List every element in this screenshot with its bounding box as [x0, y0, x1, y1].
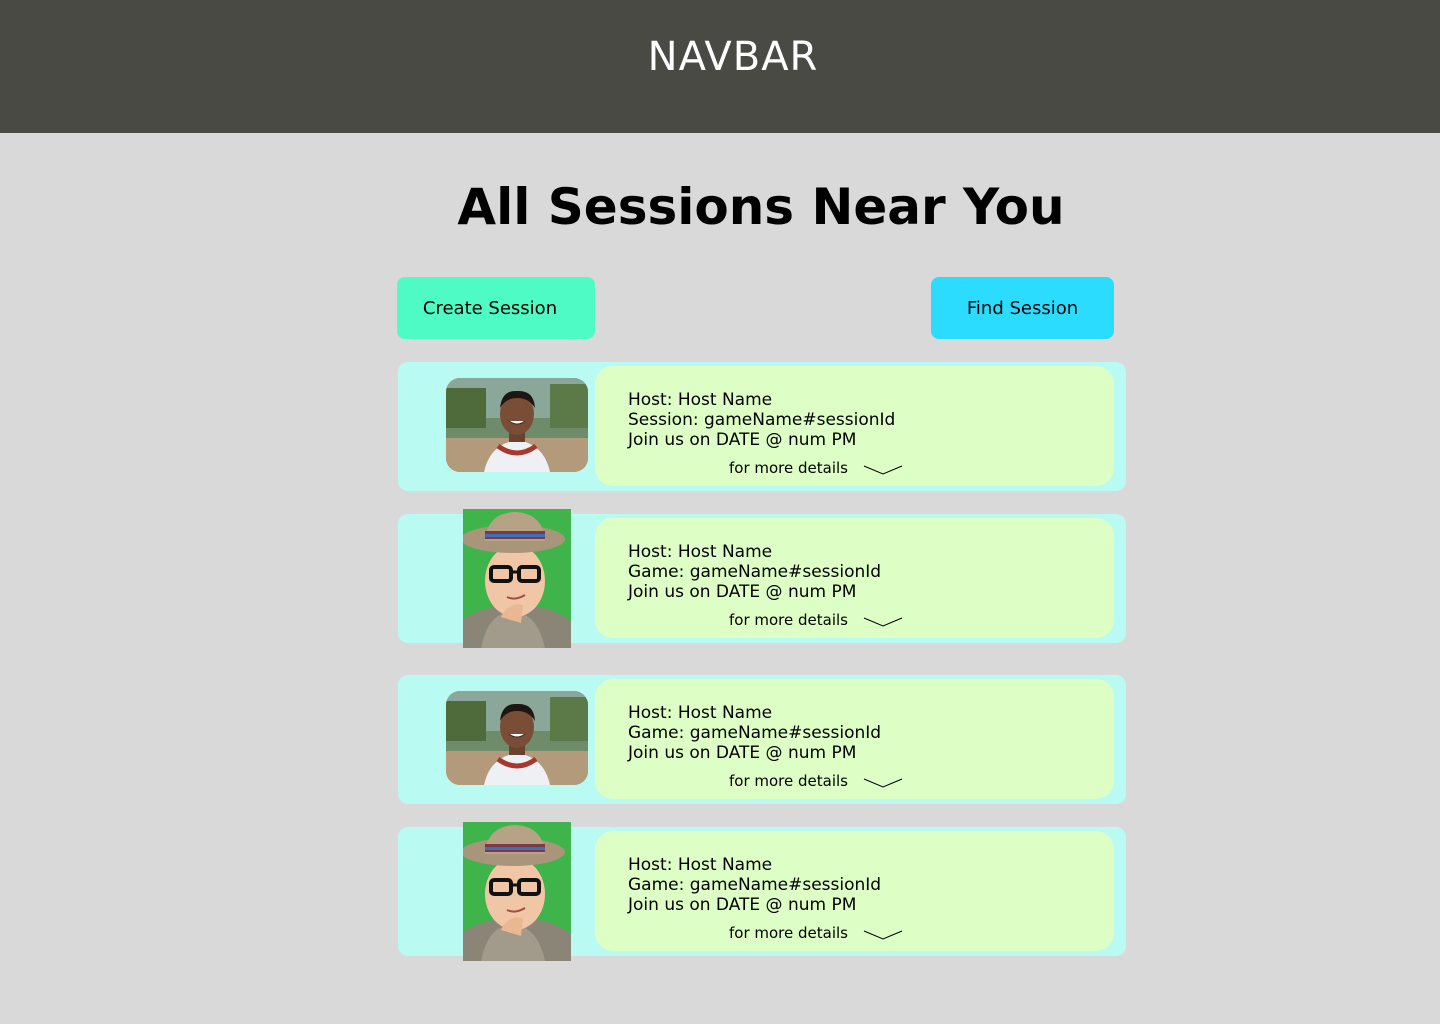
session-game: Session: gameName#sessionId — [628, 410, 896, 430]
session-host: Host: Host Name — [628, 542, 773, 562]
create-session-button[interactable]: Create Session — [397, 277, 595, 339]
session-card[interactable]: Host: Host Name Game: gameName#sessionId… — [398, 509, 1126, 648]
more-details-link[interactable]: for more details — [729, 924, 848, 942]
session-date: Join us on DATE @ num PM — [628, 582, 857, 602]
session-card[interactable]: Host: Host Name Game: gameName#sessionId… — [398, 675, 1126, 804]
chevron-down-icon[interactable] — [863, 929, 903, 941]
navbar: NAVBAR — [0, 0, 1440, 133]
session-date: Join us on DATE @ num PM — [628, 743, 857, 763]
session-date: Join us on DATE @ num PM — [628, 895, 857, 915]
find-session-button[interactable]: Find Session — [931, 277, 1114, 339]
chevron-down-icon[interactable] — [863, 777, 903, 789]
session-details-panel: Host: Host Name Game: gameName#sessionId… — [595, 831, 1114, 951]
session-details-panel: Host: Host Name Game: gameName#sessionId… — [595, 679, 1114, 799]
chevron-down-icon[interactable] — [863, 616, 903, 628]
session-card[interactable]: Host: Host Name Game: gameName#sessionId… — [398, 822, 1126, 961]
session-date: Join us on DATE @ num PM — [628, 430, 857, 450]
host-avatar — [446, 691, 588, 785]
session-host: Host: Host Name — [628, 390, 773, 410]
session-game: Game: gameName#sessionId — [628, 562, 882, 582]
session-game: Game: gameName#sessionId — [628, 875, 882, 895]
session-details-panel: Host: Host Name Session: gameName#sessio… — [595, 366, 1114, 486]
more-details-link[interactable]: for more details — [729, 611, 848, 629]
session-card[interactable]: Host: Host Name Session: gameName#sessio… — [398, 362, 1126, 491]
chevron-down-icon[interactable] — [863, 464, 903, 476]
more-details-link[interactable]: for more details — [729, 459, 848, 477]
session-host: Host: Host Name — [628, 855, 773, 875]
host-avatar — [463, 509, 571, 648]
session-host: Host: Host Name — [628, 703, 773, 723]
navbar-title: NAVBAR — [647, 34, 819, 80]
session-game: Game: gameName#sessionId — [628, 723, 882, 743]
session-details-panel: Host: Host Name Game: gameName#sessionId… — [595, 518, 1114, 638]
host-avatar — [463, 822, 571, 961]
host-avatar — [446, 378, 588, 472]
page-title: All Sessions Near You — [457, 178, 1065, 236]
more-details-link[interactable]: for more details — [729, 772, 848, 790]
